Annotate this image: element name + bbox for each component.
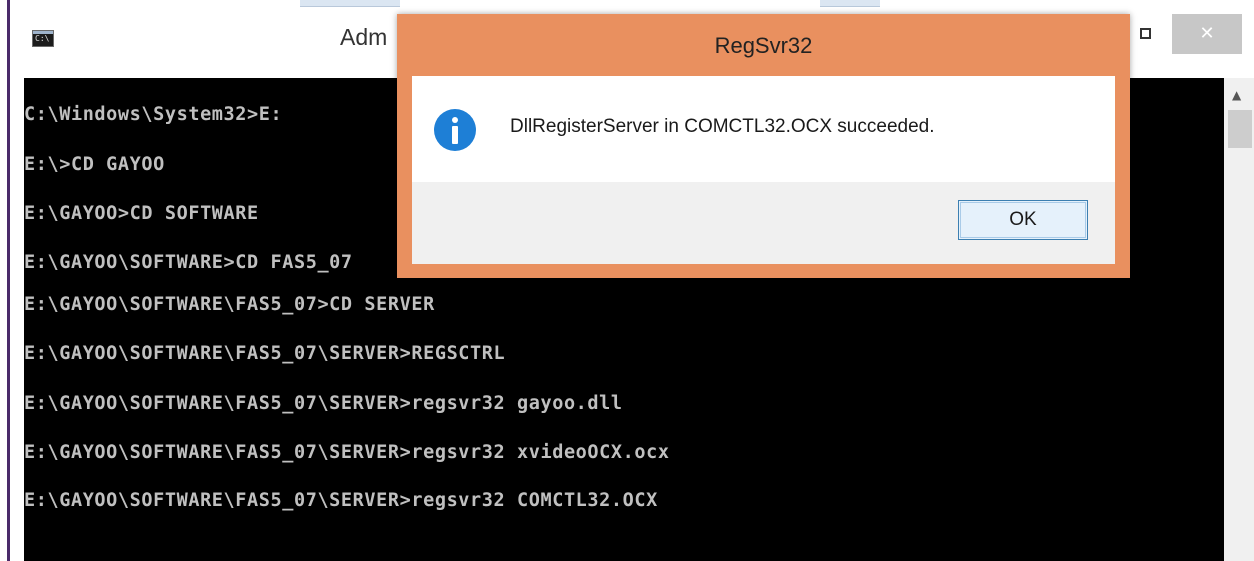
console-line: E:\>CD GAYOO [24,154,165,175]
dialog-title[interactable]: RegSvr32 [397,14,1130,76]
console-line: E:\GAYOO\SOFTWARE>CD FAS5_07 [24,252,353,273]
vertical-scrollbar[interactable]: ▲ [1224,78,1254,561]
close-button[interactable]: ✕ [1172,14,1242,54]
scroll-thumb[interactable] [1228,110,1252,148]
maximize-icon [1140,28,1151,39]
dialog-content: DllRegisterServer in COMCTL32.OCX succee… [412,76,1115,182]
dialog-footer: OK [412,182,1115,264]
ok-button[interactable]: OK [958,200,1088,240]
console-line: E:\GAYOO\SOFTWARE\FAS5_07\SERVER>regsvr3… [24,393,623,414]
console-line: C:\Windows\System32>E: [24,104,283,125]
console-title: Adm [340,24,388,50]
scroll-up-arrow-icon[interactable]: ▲ [1232,88,1241,102]
console-line: E:\GAYOO\SOFTWARE\FAS5_07\SERVER>regsvr3… [24,442,670,463]
cmd-icon: C:\ [32,30,54,47]
console-line: E:\GAYOO\SOFTWARE\FAS5_07\SERVER>regsvr3… [24,490,658,511]
titlebar-accent [300,0,400,7]
regsvr32-dialog: RegSvr32 DllRegisterServer in COMCTL32.O… [397,14,1130,278]
dialog-message: DllRegisterServer in COMCTL32.OCX succee… [510,116,935,137]
titlebar-accent [820,0,880,7]
info-icon [434,109,476,151]
console-line: E:\GAYOO\SOFTWARE\FAS5_07>CD SERVER [24,294,435,315]
console-line: E:\GAYOO\SOFTWARE\FAS5_07\SERVER>REGSCTR… [24,343,506,364]
window-border [0,0,10,561]
console-line: E:\GAYOO>CD SOFTWARE [24,203,259,224]
